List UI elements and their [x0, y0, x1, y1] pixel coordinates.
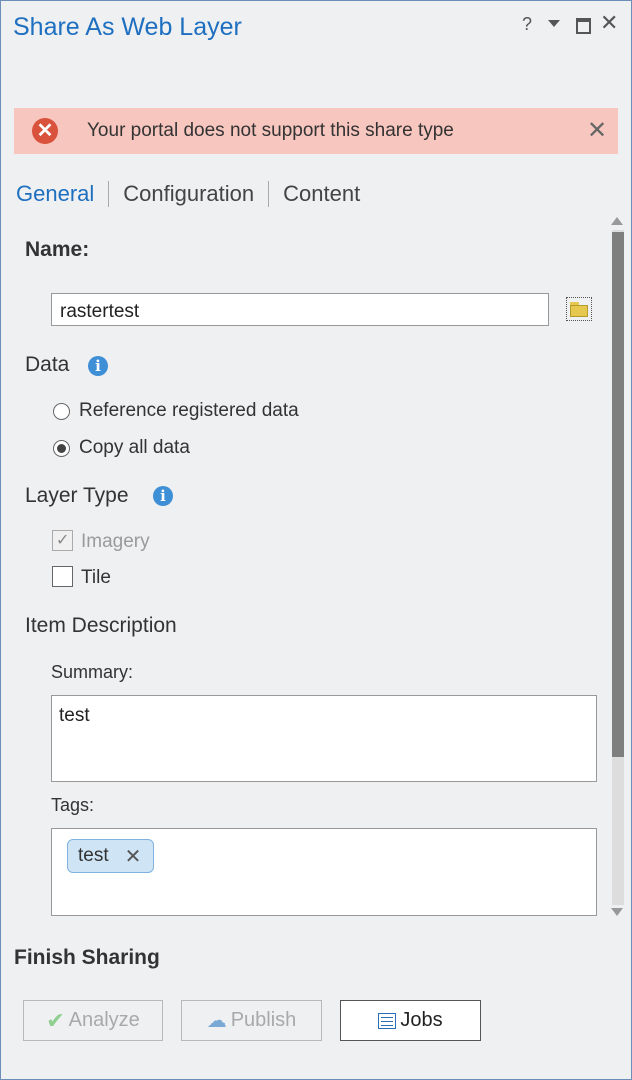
tile-checkbox[interactable] [52, 566, 73, 587]
data-info-icon[interactable]: i [88, 356, 108, 376]
remove-tag-icon[interactable]: ✕ [125, 844, 142, 869]
tile-label: Tile [81, 567, 111, 588]
publish-button-label: Publish [230, 1009, 297, 1031]
layer-type-info-icon[interactable]: i [153, 486, 173, 506]
jobs-button-label: Jobs [400, 1009, 443, 1031]
name-label: Name: [25, 238, 90, 261]
summary-label: Summary: [51, 662, 134, 682]
summary-textarea[interactable]: test [51, 695, 597, 782]
reference-registered-data-label: Reference registered data [79, 400, 299, 421]
tags-label: Tags: [51, 795, 95, 815]
pane-title: Share As Web Layer [13, 13, 242, 41]
layer-type-label: Layer Type [25, 484, 129, 507]
tab-bar: General Configuration Content [16, 181, 360, 207]
tags-input[interactable]: test ✕ [51, 828, 597, 916]
help-button[interactable]: ? [522, 14, 532, 35]
tag-chip-label: test [78, 845, 109, 866]
copy-all-data-label: Copy all data [79, 437, 190, 458]
browse-folder-icon[interactable] [566, 297, 592, 321]
cloud-icon: ☁ [206, 1010, 227, 1032]
imagery-checkbox[interactable]: ✓ [52, 530, 73, 551]
scrollbar-thumb[interactable] [612, 232, 624, 757]
analyze-button-label: Analyze [68, 1009, 140, 1031]
error-x-icon: ✕ [32, 118, 58, 144]
copy-all-data-radio[interactable] [53, 440, 70, 457]
close-pane-button[interactable]: ✕ [600, 10, 618, 36]
scroll-up-arrow-icon[interactable] [611, 217, 623, 225]
error-message: Your portal does not support this share … [87, 120, 454, 141]
jobs-list-icon [378, 1012, 397, 1029]
tab-configuration[interactable]: Configuration [123, 181, 254, 207]
tab-general[interactable]: General [16, 181, 94, 207]
tab-divider [268, 181, 270, 207]
name-input-value: rastertest [60, 301, 140, 322]
tag-chip: test ✕ [67, 839, 155, 873]
dismiss-error-button[interactable]: ✕ [587, 116, 607, 145]
error-banner: ✕ Your portal does not support this shar… [14, 108, 618, 154]
name-input[interactable]: rastertest [51, 293, 549, 326]
jobs-button[interactable]: Jobs [340, 1000, 481, 1041]
data-section-label: Data [25, 353, 70, 376]
pane-options-dropdown-icon[interactable] [548, 20, 560, 27]
analyze-button[interactable]: ✔ Analyze [23, 1000, 163, 1041]
reference-registered-data-radio[interactable] [53, 403, 70, 420]
tab-divider [108, 181, 110, 207]
scroll-down-arrow-icon[interactable] [611, 908, 623, 916]
finish-sharing-label: Finish Sharing [14, 946, 160, 969]
imagery-label: Imagery [81, 531, 150, 552]
checkmark-icon: ✔ [46, 1007, 65, 1033]
publish-button[interactable]: ☁ Publish [181, 1000, 322, 1041]
summary-value: test [59, 705, 90, 726]
item-description-label: Item Description [25, 614, 177, 637]
tab-content[interactable]: Content [283, 181, 360, 207]
maximize-icon[interactable] [576, 18, 591, 34]
